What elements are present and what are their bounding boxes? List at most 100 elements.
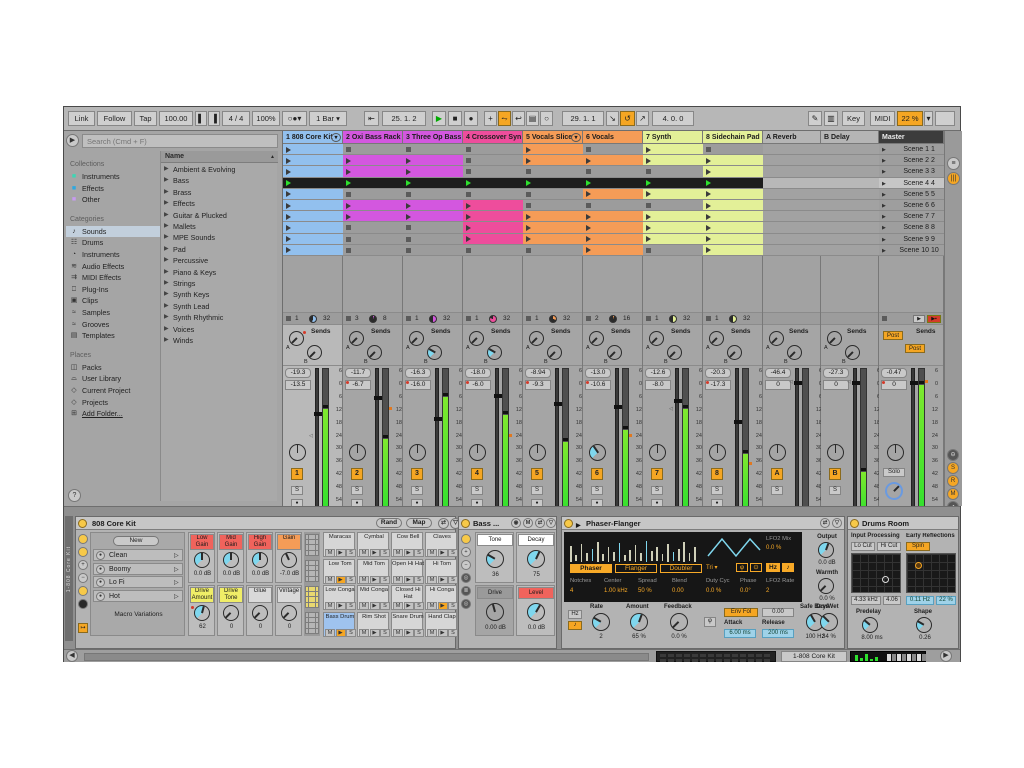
punch-in-icon[interactable]: ↘ — [606, 111, 619, 126]
device-title-icon[interactable]: ▽ — [546, 518, 556, 528]
master-solo-button[interactable]: Solo — [883, 468, 905, 477]
stop-all-icon[interactable] — [882, 316, 887, 321]
stop-button[interactable]: ■ — [448, 111, 462, 126]
clip-slot[interactable] — [463, 189, 523, 200]
output-knob[interactable] — [818, 542, 834, 558]
clip-slot[interactable] — [463, 144, 523, 155]
file-row[interactable]: ▶Percussive — [161, 255, 278, 266]
pad-mute-button[interactable]: M — [325, 602, 335, 610]
solo-button[interactable]: S — [591, 486, 603, 495]
send-a-knob[interactable] — [769, 331, 784, 346]
clip-slot[interactable] — [583, 211, 643, 222]
clip-slot[interactable] — [643, 200, 703, 211]
pad-play-button[interactable]: ▶ — [370, 602, 380, 610]
pad-mute-button[interactable]: M — [393, 549, 403, 557]
pad-mute-button[interactable]: M — [427, 549, 437, 557]
rate-hz-toggle[interactable]: Hz — [568, 610, 582, 619]
clip-play-icon[interactable] — [286, 214, 291, 220]
device-on-toggle[interactable] — [564, 519, 573, 528]
sidebar-item-templates[interactable]: ▤Templates — [66, 330, 160, 342]
clip-slot[interactable] — [343, 222, 403, 233]
solo-button[interactable]: S — [291, 486, 303, 495]
sidebar-item-midi-effects[interactable]: ⇉MIDI Effects — [66, 272, 160, 284]
clip-slot[interactable] — [523, 211, 583, 222]
volume-fader[interactable] — [315, 368, 319, 518]
pad-solo-button[interactable]: S — [448, 629, 458, 637]
clip-slot[interactable] — [763, 222, 821, 233]
volume-fader[interactable] — [735, 368, 739, 518]
scene-play-icon[interactable]: ▶ — [882, 181, 886, 187]
drum-pad-rim-shot[interactable]: Rim ShotM▶S — [357, 612, 389, 637]
clip-play-icon[interactable] — [286, 203, 291, 209]
drum-pad-claves[interactable]: ClavesM▶S — [425, 532, 457, 557]
view-toggle-icon[interactable]: ≡ — [947, 157, 960, 170]
clip-play-icon[interactable] — [646, 214, 651, 220]
pad-mute-button[interactable]: M — [427, 602, 437, 610]
warmth-knob[interactable] — [818, 578, 834, 594]
clip-slot[interactable] — [703, 178, 763, 189]
fader-thumb[interactable] — [494, 394, 502, 398]
clip-slot[interactable] — [703, 222, 763, 233]
send-a-knob[interactable] — [409, 331, 424, 346]
key-map-button[interactable]: Key — [842, 111, 865, 126]
xy-marker[interactable] — [915, 562, 922, 569]
pad-play-button[interactable]: ▶ — [438, 602, 448, 610]
pad-play-button[interactable]: ▶ — [336, 576, 346, 584]
expand-arrow-icon[interactable]: ▶ — [164, 267, 169, 278]
expand-arrow-icon[interactable]: ▶ — [164, 312, 169, 323]
clip-play-icon[interactable] — [466, 236, 471, 242]
clip-slot[interactable] — [343, 200, 403, 211]
macro-knob[interactable] — [252, 552, 268, 568]
pad-solo-button[interactable]: S — [414, 576, 424, 584]
input-q-value[interactable]: 4.06 — [883, 596, 901, 605]
clip-slot[interactable] — [821, 155, 879, 166]
play-scene-icon[interactable]: ▶ — [913, 315, 925, 323]
chain-play-icon[interactable]: ▷ — [174, 579, 179, 586]
new-chain-button[interactable]: New — [113, 536, 159, 546]
draw-mode-icon[interactable]: ✎ — [808, 111, 822, 126]
volume-value[interactable]: 0 — [765, 380, 791, 390]
device-title-bar[interactable]: Drums Room — [848, 517, 958, 530]
rack-view-toggle-icon[interactable] — [78, 599, 88, 609]
sidebar-item-packs[interactable]: ◫Packs — [66, 362, 160, 374]
drum-pad-bass-drum[interactable]: Bass DrumM▶S — [323, 612, 355, 637]
clip-slot[interactable] — [283, 211, 343, 222]
param-value[interactable]: 0.00 — [672, 588, 704, 595]
scene-play-icon[interactable]: ▶ — [882, 248, 886, 254]
pan-knob[interactable] — [827, 444, 844, 461]
send-a-knob[interactable] — [289, 331, 304, 346]
clip-slot[interactable] — [523, 234, 583, 245]
clip-slot[interactable] — [703, 144, 763, 155]
drum-pad-hand-clap[interactable]: Hand ClapM▶S — [425, 612, 457, 637]
view-toggle-icon[interactable]: ||| — [947, 172, 960, 185]
track-header[interactable]: 3 Three Op Bass — [403, 131, 462, 144]
send-a-knob[interactable] — [649, 331, 664, 346]
macro-knob[interactable] — [281, 605, 297, 621]
clip-play-icon[interactable] — [526, 214, 531, 220]
scene-slot[interactable]: ▶Scene 66 — [879, 200, 944, 211]
feedback-knob[interactable] — [670, 613, 688, 631]
sidebar-item-audio-effects[interactable]: ≋Audio Effects — [66, 261, 160, 273]
track-header[interactable]: 7 Synth — [643, 131, 702, 144]
clip-slot[interactable] — [703, 245, 763, 256]
show-detail-icon[interactable]: ▶ — [940, 650, 952, 662]
clip-slot[interactable] — [523, 245, 583, 256]
pad-solo-button[interactable]: S — [346, 576, 356, 584]
playing-clip-icon[interactable] — [646, 180, 651, 186]
phase-value[interactable]: 0.0° — [740, 588, 766, 595]
clip-play-icon[interactable] — [586, 158, 591, 164]
clip-play-icon[interactable] — [526, 225, 531, 231]
clip-slot[interactable] — [463, 245, 523, 256]
pan-knob[interactable] — [589, 444, 606, 461]
scene-play-icon[interactable]: ▶ — [882, 225, 886, 231]
device-title-icon[interactable]: ▽ — [832, 518, 842, 528]
drum-pad-mid-tom[interactable]: Mid TomM▶S — [357, 559, 389, 584]
track-activator-button[interactable]: 4 — [471, 468, 483, 480]
solo-button[interactable]: S — [351, 486, 363, 495]
scene-play-icon[interactable]: ▶ — [882, 158, 886, 164]
clip-slot[interactable] — [523, 189, 583, 200]
computer-midi-keyboard-icon[interactable]: ▥ — [824, 111, 838, 126]
device-title-bar[interactable]: 808 Core KitRandMap⇄▽ — [76, 517, 455, 530]
scene-slot[interactable]: ▶Scene 22 — [879, 155, 944, 166]
send-b-knob[interactable] — [667, 345, 682, 360]
